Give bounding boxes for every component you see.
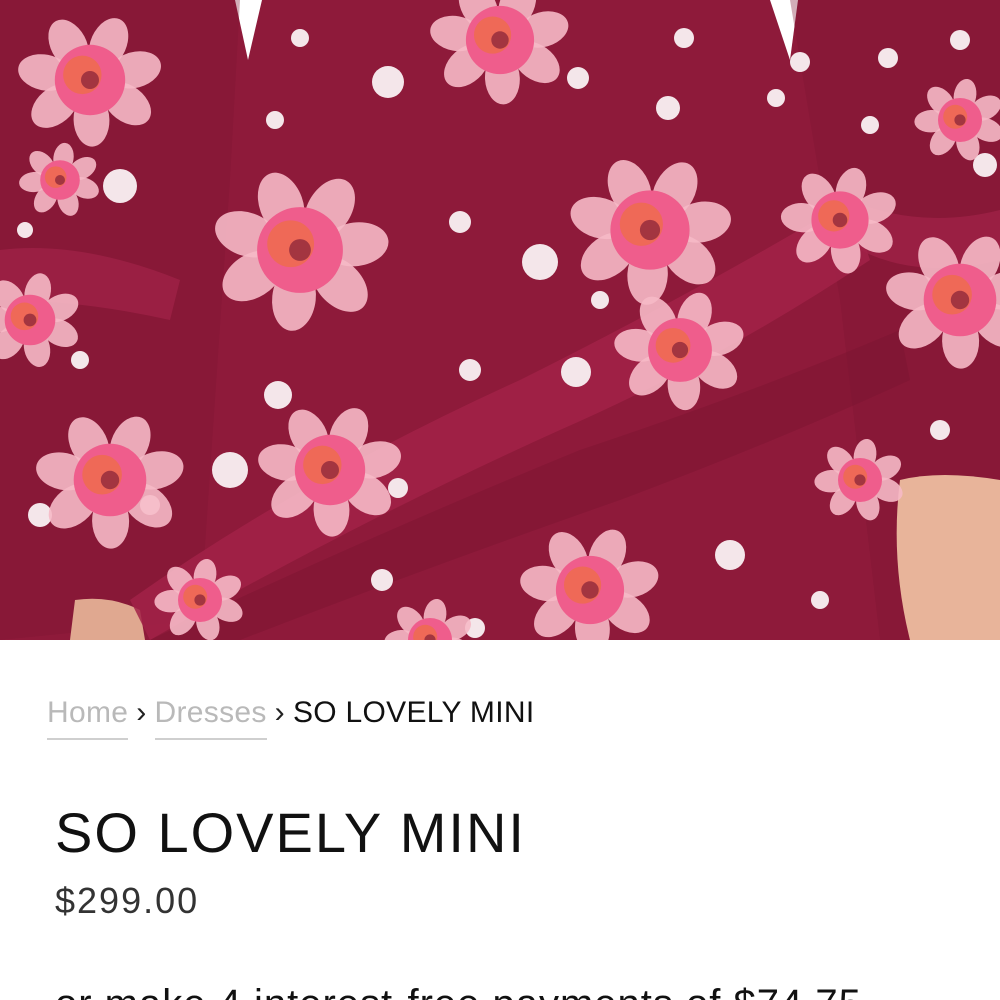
polka-dot — [449, 211, 471, 233]
polka-dot — [28, 503, 52, 527]
product-page: Home › Dresses › SO LOVELY MINI SO LOVEL… — [0, 0, 1000, 1000]
breadcrumb-separator: › — [136, 696, 147, 729]
polka-dot — [266, 111, 284, 129]
polka-dot — [656, 96, 680, 120]
polka-dot — [291, 29, 309, 47]
polka-dot — [950, 30, 970, 50]
polka-dot — [561, 357, 591, 387]
polka-dot — [567, 67, 589, 89]
polka-dot — [371, 569, 393, 591]
polka-dot — [264, 381, 292, 409]
polka-dot — [103, 169, 137, 203]
product-image[interactable] — [0, 0, 1000, 640]
polka-dot — [790, 52, 810, 72]
polka-dot — [811, 591, 829, 609]
polka-dot — [372, 66, 404, 98]
polka-dot — [522, 244, 558, 280]
polka-dot — [459, 359, 481, 381]
product-title: SO LOVELY MINI — [55, 801, 526, 864]
polka-dot — [930, 420, 950, 440]
polka-dot — [17, 222, 33, 238]
breadcrumb-current: SO LOVELY MINI — [292, 696, 535, 729]
polka-dot — [674, 28, 694, 48]
polka-dot — [388, 478, 408, 498]
polka-dot — [767, 89, 785, 107]
breadcrumb-home-link[interactable]: Home — [47, 696, 129, 740]
breadcrumb: Home › Dresses › SO LOVELY MINI — [47, 696, 534, 746]
polka-dot — [212, 452, 248, 488]
breadcrumb-separator: › — [274, 696, 285, 729]
polka-dot — [71, 351, 89, 369]
polka-dot — [861, 116, 879, 134]
installments-text: or make 4 interest-free payments of $74.… — [55, 982, 995, 1000]
polka-dot — [878, 48, 898, 68]
dress-photo — [0, 0, 1000, 640]
polka-dot — [715, 540, 745, 570]
polka-dot — [591, 291, 609, 309]
product-price: $299.00 — [55, 880, 200, 921]
breadcrumb-dresses-link[interactable]: Dresses — [154, 696, 267, 740]
